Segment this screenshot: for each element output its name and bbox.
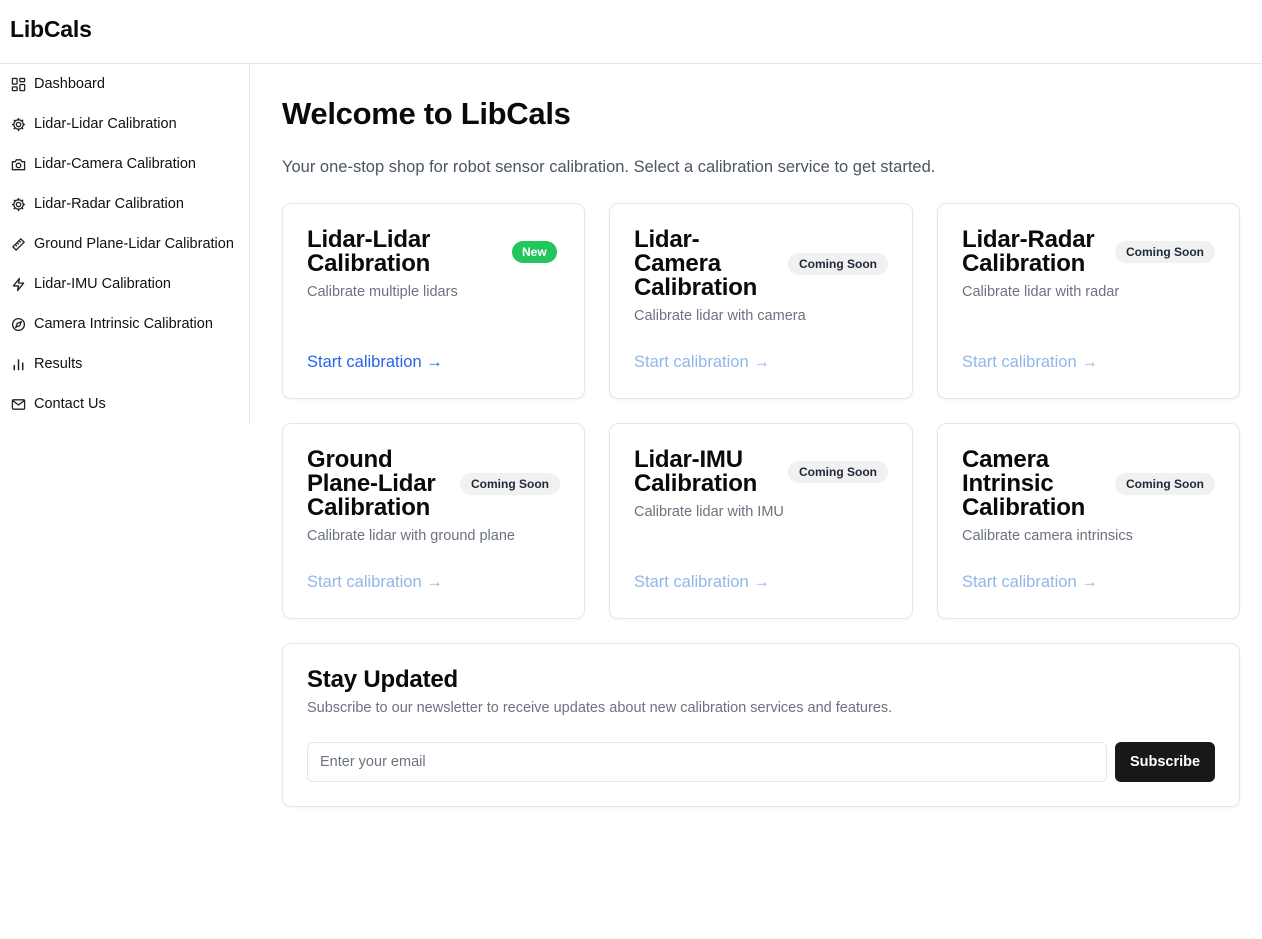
start-calibration-link[interactable]: Start calibration → xyxy=(634,353,770,372)
start-calibration-link[interactable]: Start calibration → xyxy=(307,573,443,592)
camera-icon xyxy=(10,156,26,172)
mail-icon xyxy=(10,396,26,412)
sidebar-item-label: Camera Intrinsic Calibration xyxy=(34,316,213,332)
card-title: Lidar-Lidar Calibration xyxy=(307,228,430,276)
sidebar-item-contact-us[interactable]: Contact Us xyxy=(0,384,249,424)
card-title-line: Lidar-Lidar xyxy=(307,226,431,253)
page-title: Welcome to LibCals xyxy=(282,96,571,131)
gear-icon xyxy=(10,116,26,132)
page-subtitle: Your one-stop shop for robot sensor cali… xyxy=(282,158,936,176)
card-title: Lidar- Camera Calibration xyxy=(634,228,757,300)
bar-chart-icon xyxy=(10,356,26,372)
card-title-line: Calibration xyxy=(307,494,431,521)
sidebar-item-lidar-imu[interactable]: Lidar-IMU Calibration xyxy=(0,264,249,304)
status-badge-coming-soon: Coming Soon xyxy=(788,461,888,483)
start-calibration-link[interactable]: Start calibration → xyxy=(962,573,1098,592)
sidebar-item-lidar-camera[interactable]: Lidar-Camera Calibration xyxy=(0,144,249,184)
service-card-ground-plane-lidar[interactable]: Ground Plane-Lidar Calibration Coming So… xyxy=(282,423,585,619)
card-description: Calibrate camera intrinsics xyxy=(962,528,1133,544)
sidebar-item-label: Contact Us xyxy=(34,396,106,412)
status-badge-new: New xyxy=(512,241,557,263)
sidebar-item-lidar-lidar[interactable]: Lidar-Lidar Calibration xyxy=(0,104,249,144)
sidebar-item-label: Lidar-IMU Calibration xyxy=(34,276,171,292)
card-title-line: Camera xyxy=(634,250,721,277)
sidebar-item-label: Lidar-Radar Calibration xyxy=(34,196,184,212)
card-description: Calibrate lidar with radar xyxy=(962,284,1120,300)
start-calibration-link[interactable]: Start calibration → xyxy=(307,353,443,372)
card-title: Lidar-Radar Calibration xyxy=(962,228,1095,276)
sidebar-item-results[interactable]: Results xyxy=(0,344,249,384)
sidebar-item-label: Lidar-Lidar Calibration xyxy=(34,116,177,132)
sidebar-item-label: Ground Plane-Lidar Calibration xyxy=(34,236,234,252)
status-badge-coming-soon: Coming Soon xyxy=(460,473,560,495)
status-badge-coming-soon: Coming Soon xyxy=(1115,473,1215,495)
sidebar: Dashboard Lidar-Lidar Calibration Lidar-… xyxy=(0,64,250,424)
sidebar-item-ground-plane-lidar[interactable]: Ground Plane-Lidar Calibration xyxy=(0,224,249,264)
status-badge-coming-soon: Coming Soon xyxy=(788,253,888,275)
service-card-lidar-lidar[interactable]: Lidar-Lidar Calibration New Calibrate mu… xyxy=(282,203,585,399)
card-title: Ground Plane-Lidar Calibration xyxy=(307,448,436,520)
card-title-line: Lidar-Radar xyxy=(962,226,1095,253)
card-title-line: Lidar-IMU xyxy=(634,446,743,473)
compass-icon xyxy=(10,316,26,332)
card-title-line: Calibration xyxy=(634,470,758,497)
card-title-line: Lidar- xyxy=(634,226,700,253)
card-description: Calibrate lidar with IMU xyxy=(634,504,784,520)
card-title-line: Calibration xyxy=(962,494,1086,521)
service-card-camera-intrinsic[interactable]: Camera Intrinsic Calibration Coming Soon… xyxy=(937,423,1240,619)
card-title: Camera Intrinsic Calibration xyxy=(962,448,1085,520)
card-title-line: Calibration xyxy=(634,274,758,301)
card-title-line: Ground xyxy=(307,446,393,473)
subscribe-button[interactable]: Subscribe xyxy=(1115,742,1215,782)
brand-logo-text[interactable]: LibCals xyxy=(10,16,92,43)
email-input[interactable] xyxy=(307,742,1107,782)
lightning-icon xyxy=(10,276,26,292)
card-title-line: Camera xyxy=(962,446,1049,473)
dashboard-grid-icon xyxy=(10,76,26,92)
sidebar-item-label: Dashboard xyxy=(34,76,105,92)
card-title-line: Calibration xyxy=(307,250,431,277)
newsletter-description: Subscribe to our newsletter to receive u… xyxy=(307,700,893,716)
service-card-lidar-camera[interactable]: Lidar- Camera Calibration Coming Soon Ca… xyxy=(609,203,913,399)
card-title-line: Plane-Lidar xyxy=(307,470,436,497)
gear-icon xyxy=(10,196,26,212)
sidebar-item-camera-intrinsic[interactable]: Camera Intrinsic Calibration xyxy=(0,304,249,344)
sidebar-item-dashboard[interactable]: Dashboard xyxy=(0,64,249,104)
card-description: Calibrate lidar with ground plane xyxy=(307,528,515,544)
sidebar-item-label: Lidar-Camera Calibration xyxy=(34,156,196,172)
newsletter-title: Stay Updated xyxy=(307,666,458,693)
status-badge-coming-soon: Coming Soon xyxy=(1115,241,1215,263)
top-header: LibCals xyxy=(0,0,1262,64)
sidebar-item-label: Results xyxy=(34,356,83,372)
card-title-line: Intrinsic xyxy=(962,470,1054,497)
card-title: Lidar-IMU Calibration xyxy=(634,448,757,496)
start-calibration-link[interactable]: Start calibration → xyxy=(634,573,770,592)
newsletter-section: Stay Updated Subscribe to our newsletter… xyxy=(282,643,1240,807)
sidebar-item-lidar-radar[interactable]: Lidar-Radar Calibration xyxy=(0,184,249,224)
service-card-lidar-imu[interactable]: Lidar-IMU Calibration Coming Soon Calibr… xyxy=(609,423,913,619)
card-description: Calibrate lidar with camera xyxy=(634,308,806,324)
ruler-icon xyxy=(10,236,26,252)
start-calibration-link[interactable]: Start calibration → xyxy=(962,353,1098,372)
service-card-lidar-radar[interactable]: Lidar-Radar Calibration Coming Soon Cali… xyxy=(937,203,1240,399)
card-title-line: Calibration xyxy=(962,250,1086,277)
card-description: Calibrate multiple lidars xyxy=(307,284,458,300)
